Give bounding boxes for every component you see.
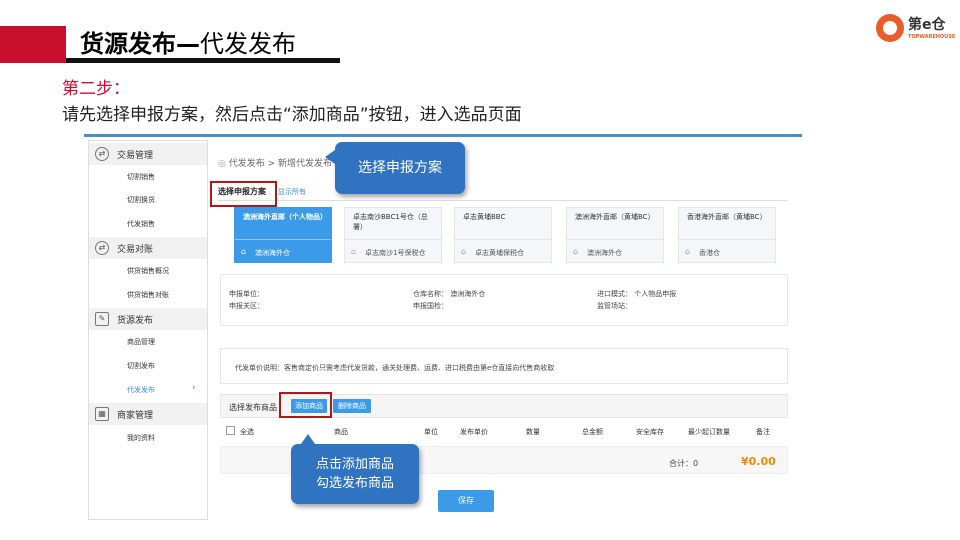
col-quantity: 数量 — [526, 428, 540, 436]
sidebar-group-reconcile[interactable]: ⇄ 交易对账 — [89, 237, 207, 259]
sidebar-item-cut-sales[interactable]: 切割销售 — [127, 172, 155, 182]
col-total: 总金额 — [582, 428, 603, 436]
logo-mark-icon — [876, 14, 904, 42]
slide-title: 货源发布—代发发布 — [80, 30, 296, 58]
tab-divider — [218, 200, 788, 201]
highlight-plan-tab — [210, 181, 277, 207]
cycle-icon: ⇄ — [95, 147, 109, 161]
price-note-text: 代发单价说明：客售商定价只需考虑代发货款，通关处理费、运费、进口税费由第e仓直接… — [235, 364, 555, 372]
plan-card-hk-huangpu-bc[interactable]: 香港海外直邮（黄埔BC） ⌂ 香港仓 — [678, 207, 776, 263]
breadcrumb: ◎ 代发发布 > 新增代发发布 — [218, 159, 332, 169]
import-mode: 进口模式： 个人物品申报 — [597, 290, 677, 298]
decl-customs: 申报关区： — [229, 302, 264, 310]
sidebar-item-supply-reconcile[interactable]: 供货销售对账 — [127, 290, 169, 300]
title-accent-bar — [0, 26, 66, 63]
logo-subtext: TOPWAREHOUSE — [908, 34, 956, 40]
declaration-info-panel: 申报单位： 申报关区： 仓库名称： 澳洲海外仓 申报国检： 进口模式： 个人物品… — [220, 274, 788, 326]
sidebar-item-dropship-publish[interactable]: 代发发布 — [127, 385, 155, 395]
sidebar-item-cut-exchange[interactable]: 切割换货 — [127, 195, 155, 205]
plan-card-nansha-bbc1[interactable]: 卓志南沙BBC1号仓（总署） ⌂ 卓志南沙1号保税仓 — [344, 207, 442, 263]
app-sidebar: ⇄ 交易管理 切割销售 切割换货 代发销售 ⇄ 交易对账 供货销售概况 供货销售… — [88, 140, 208, 520]
step-description: 请先选择申报方案，然后点击“添加商品”按钮，进入选品页面 — [62, 105, 522, 125]
total-count: 合计：0 — [669, 459, 699, 468]
col-product: 商品 — [334, 428, 348, 436]
callout-select-plan: 选择申报方案 — [325, 142, 465, 194]
house-icon: ⌂ — [351, 247, 357, 256]
title-underline — [66, 58, 340, 63]
section-divider — [84, 134, 802, 137]
step-label: 第二步： — [62, 79, 130, 99]
price-note-panel: 代发单价说明：客售商定价只需考虑代发货款，通关处理费、运费、进口税费由第e仓直接… — [220, 348, 788, 384]
plan-card-au-direct[interactable]: 澳洲海外直邮（个人物品） ⌂ 澳洲海外仓 — [234, 207, 332, 263]
sidebar-item-dropship-sales[interactable]: 代发销售 — [127, 219, 155, 229]
cycle-icon: ⇄ — [95, 241, 109, 255]
sidebar-item-cut-publish[interactable]: 切割发布 — [127, 361, 155, 371]
location-pin-icon: ◎ — [218, 159, 226, 169]
sidebar-group-publish[interactable]: ✎ 货源发布 — [89, 308, 207, 330]
house-icon: ⌂ — [685, 247, 691, 256]
select-all-checkbox[interactable] — [226, 426, 235, 435]
plan-card-au-huangpu-bc[interactable]: 澳洲海外直邮（黄埔BC） ⌂ 澳洲海外仓 — [566, 207, 664, 263]
sidebar-item-product-manage[interactable]: 商品管理 — [127, 337, 155, 347]
callout-add-product: 点击添加商品 勾选发布商品 — [291, 434, 419, 504]
chevron-right-icon: › — [192, 383, 196, 393]
delete-product-button[interactable]: 删除商品 — [333, 399, 371, 413]
sidebar-group-merchant[interactable]: ▦ 商家管理 — [89, 403, 207, 425]
house-icon: ⌂ — [461, 247, 467, 256]
supervision-site: 监管场站： — [597, 302, 632, 310]
house-icon: ⌂ — [241, 247, 247, 256]
sidebar-item-supply-overview[interactable]: 供货销售概况 — [127, 266, 169, 276]
col-min-order: 最少起订数量 — [688, 428, 730, 436]
edit-icon: ✎ — [95, 312, 109, 326]
plan-card-huangpu-bbc[interactable]: 卓志黄埔BBC ⌂ 卓志黄埔保税仓 — [454, 207, 552, 263]
save-button[interactable]: 保存 — [438, 490, 494, 512]
decl-inspection: 申报国检： — [413, 302, 448, 310]
col-remark: 备注 — [756, 428, 770, 436]
warehouse-name: 仓库名称： 澳洲海外仓 — [413, 290, 486, 298]
col-safety-stock: 安全库存 — [636, 428, 664, 436]
col-select-all: 全选 — [240, 428, 254, 436]
store-icon: ▦ — [95, 407, 109, 421]
sidebar-group-trade[interactable]: ⇄ 交易管理 — [89, 143, 207, 165]
decl-unit: 申报单位： — [229, 290, 264, 298]
house-icon: ⌂ — [573, 247, 579, 256]
sidebar-item-my-profile[interactable]: 我的资料 — [127, 433, 155, 443]
logo-text: 第e仓 — [908, 17, 946, 33]
total-amount: ¥0.00 — [741, 455, 776, 468]
select-products-label: 选择发布商品 — [229, 403, 277, 412]
col-price: 发布单价 — [460, 428, 488, 436]
show-all-link[interactable]: 显示所有 — [278, 187, 306, 197]
brand-logo: 第e仓 TOPWAREHOUSE — [876, 12, 955, 48]
col-unit: 单位 — [424, 428, 438, 436]
highlight-add-button — [279, 392, 332, 418]
